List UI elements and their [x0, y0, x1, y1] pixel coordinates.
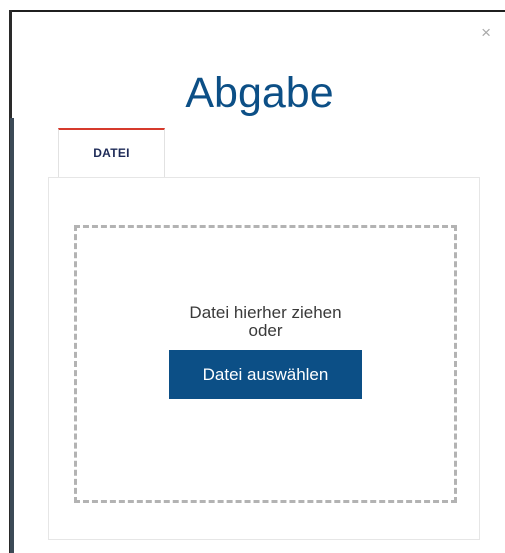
dropzone-instruction-line1: Datei hierher ziehen: [189, 303, 342, 322]
screen: × Abgabe DATEI Datei hierher ziehen oder…: [0, 0, 505, 553]
choose-file-button[interactable]: Datei auswählen: [169, 350, 362, 399]
dropzone-instruction: Datei hierher ziehen oder: [77, 304, 454, 340]
submission-dialog: × Abgabe DATEI Datei hierher ziehen oder…: [14, 12, 505, 553]
tab-file[interactable]: DATEI: [58, 128, 165, 177]
close-icon[interactable]: ×: [481, 24, 491, 41]
tab-panel-file: Datei hierher ziehen oder Datei auswähle…: [48, 177, 480, 540]
dropzone-instruction-line2: oder: [248, 321, 283, 340]
dialog-title: Abgabe: [185, 69, 334, 117]
file-dropzone[interactable]: Datei hierher ziehen oder Datei auswähle…: [74, 225, 457, 503]
tab-file-label: DATEI: [93, 146, 130, 160]
